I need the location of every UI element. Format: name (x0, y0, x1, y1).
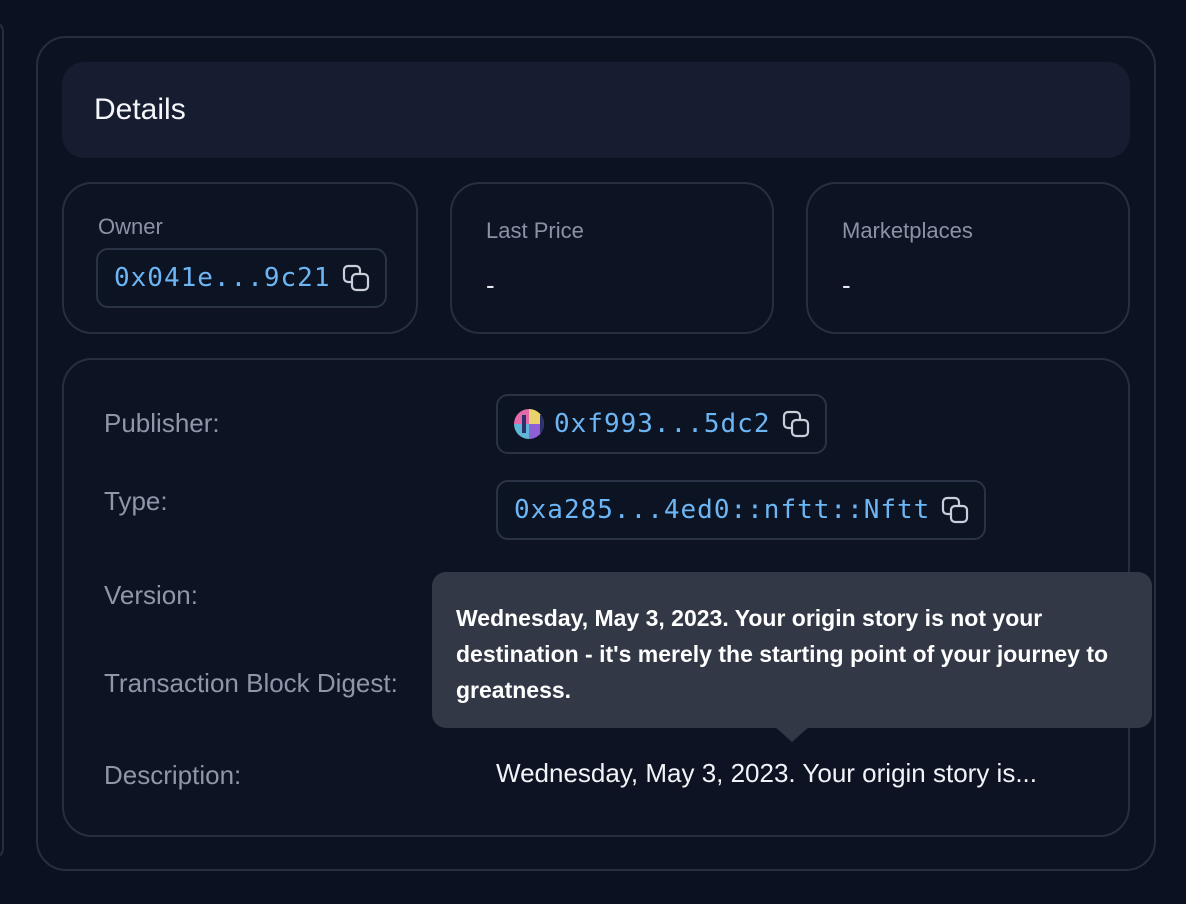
copy-icon[interactable] (341, 263, 371, 293)
type-label: Type: (104, 486, 168, 516)
tooltip-arrow (774, 726, 810, 742)
last-price-stat: Last Price - (450, 182, 774, 334)
type-chip[interactable]: 0xa285...4ed0::nftt::Nftt (496, 480, 987, 540)
tooltip-text: Wednesday, May 3, 2023. Your origin stor… (456, 605, 1109, 703)
type-value[interactable]: 0xa285...4ed0::nftt::Nftt (514, 495, 930, 525)
publisher-label: Publisher: (104, 408, 220, 438)
last-price-label: Last Price (486, 218, 584, 243)
details-header: Details (62, 62, 1130, 158)
marketplaces-value: - (842, 270, 851, 300)
description-tooltip: Wednesday, May 3, 2023. Your origin stor… (432, 572, 1152, 728)
last-price-value: - (486, 270, 495, 300)
adjacent-panel-edge (0, 20, 4, 860)
marketplaces-label: Marketplaces (842, 218, 973, 243)
marketplaces-stat: Marketplaces - (806, 182, 1130, 334)
owner-address-chip[interactable]: 0x041e...9c21 (96, 248, 387, 308)
publisher-address-chip[interactable]: 0xf993...5dc2 (496, 394, 827, 454)
copy-icon[interactable] (781, 409, 811, 439)
description-value[interactable]: Wednesday, May 3, 2023. Your origin stor… (496, 758, 1037, 789)
details-title: Details (94, 93, 186, 126)
copy-icon[interactable] (940, 495, 970, 525)
owner-label: Owner (98, 214, 163, 239)
version-label: Version: (104, 580, 198, 610)
publisher-address[interactable]: 0xf993...5dc2 (554, 409, 771, 439)
transaction-digest-label: Transaction Block Digest: (104, 668, 398, 698)
description-label: Description: (104, 760, 242, 790)
publisher-avatar (514, 409, 544, 439)
owner-address[interactable]: 0x041e...9c21 (114, 263, 331, 293)
